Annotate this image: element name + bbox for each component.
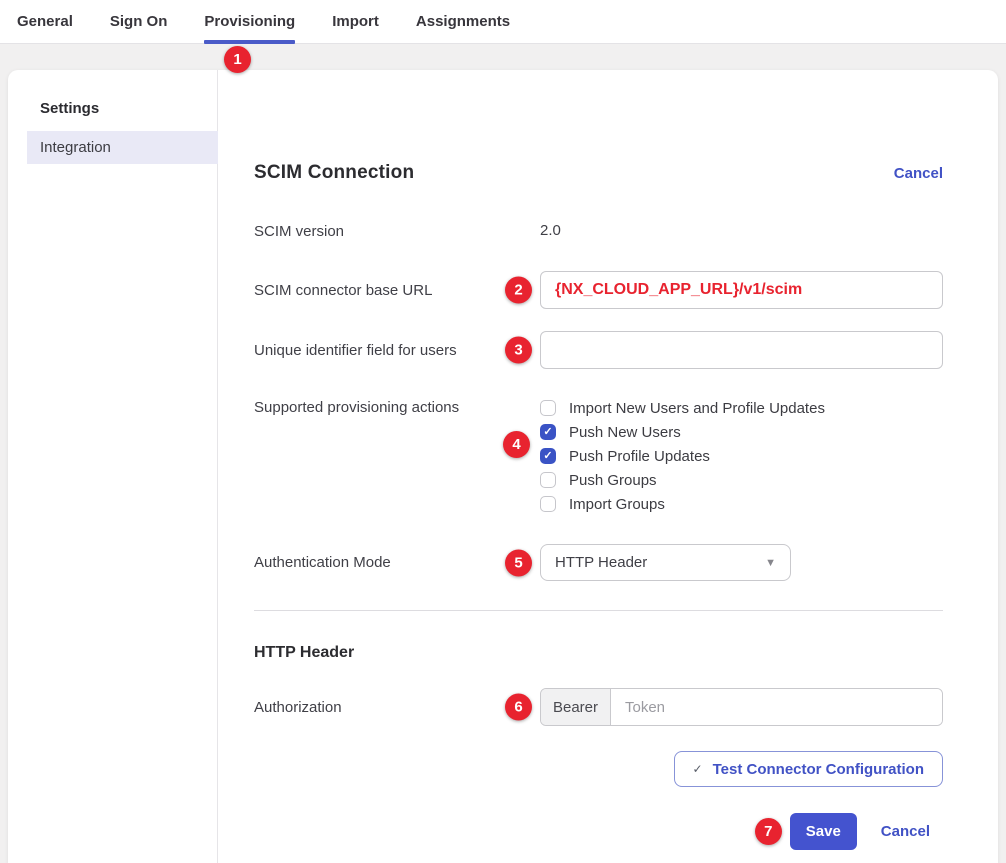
checkbox-push-groups[interactable]: ✓ [540,472,556,488]
step-badge-6: 6 [505,694,532,721]
cancel-button-bottom[interactable]: Cancel [881,823,930,840]
step-badge-1: 1 [224,46,251,73]
action-row-push-groups: ✓ Push Groups [540,468,943,492]
test-connector-button[interactable]: ✓ Test Connector Configuration [674,751,943,787]
auth-mode-select[interactable]: HTTP Header ▼ [540,544,791,581]
base-url-label: SCIM connector base URL [254,282,540,299]
authorization-row: Authorization 6 Bearer [254,688,943,726]
bearer-prefix: Bearer [541,689,611,725]
tab-provisioning[interactable]: Provisioning [204,0,295,44]
chevron-down-icon: ▼ [765,557,776,569]
cancel-link-top[interactable]: Cancel [894,165,943,182]
checkbox-import-groups[interactable]: ✓ [540,496,556,512]
step-badge-7: 7 [755,818,782,845]
step-badge-4: 4 [503,431,530,458]
sidebar-heading: Settings [40,100,217,117]
tab-sign-on[interactable]: Sign On [110,0,168,44]
checkbox-label: Push New Users [569,424,681,441]
token-input[interactable] [611,689,942,725]
scim-connection-panel: SCIM Connection Cancel SCIM version 2.0 … [218,70,998,863]
step-badge-3: 3 [505,337,532,364]
step-badge-5: 5 [505,549,532,576]
test-connector-row: ✓ Test Connector Configuration [254,751,943,787]
authorization-input-group: Bearer [540,688,943,726]
checkbox-label: Push Profile Updates [569,448,710,465]
checkbox-label: Import New Users and Profile Updates [569,400,825,417]
tab-import[interactable]: Import [332,0,379,44]
auth-mode-row: Authentication Mode 5 HTTP Header ▼ [254,544,943,581]
checkbox-import-users[interactable]: ✓ [540,400,556,416]
unique-id-input[interactable] [540,331,943,369]
check-icon: ✓ [543,427,552,438]
checkbox-push-profile-updates[interactable]: ✓ [540,448,556,464]
base-url-row: SCIM connector base URL 2 [254,271,943,309]
http-header-heading: HTTP Header [254,644,943,662]
action-row-push-profile-updates: ✓ Push Profile Updates [540,444,943,468]
checkbox-label: Import Groups [569,496,665,513]
unique-id-row: Unique identifier field for users 3 [254,331,943,369]
save-button[interactable]: Save [790,813,857,850]
test-connector-label: Test Connector Configuration [713,761,924,778]
authorization-label: Authorization [254,699,540,716]
panel-header: SCIM Connection Cancel [254,162,943,184]
provisioning-actions-label: Supported provisioning actions [254,396,540,416]
checkbox-label: Push Groups [569,472,657,489]
action-row-import-groups: ✓ Import Groups [540,492,943,516]
action-row-push-new-users: ✓ Push New Users [540,420,943,444]
provisioning-actions-row: Supported provisioning actions 4 ✓ Impor… [254,396,943,516]
checkbox-push-new-users[interactable]: ✓ [540,424,556,440]
section-divider [254,610,943,611]
auth-mode-label: Authentication Mode [254,554,540,571]
settings-sidebar: Settings Integration [8,70,218,863]
page-title: SCIM Connection [254,162,414,184]
unique-id-label: Unique identifier field for users [254,342,540,359]
save-row: 7 Save Cancel [254,813,943,850]
sidebar-item-integration[interactable]: Integration [27,131,218,164]
base-url-input[interactable] [540,271,943,309]
check-icon: ✓ [693,762,703,776]
tab-general[interactable]: General [17,0,73,44]
scim-version-label: SCIM version [254,223,540,240]
tab-assignments[interactable]: Assignments [416,0,510,44]
action-row-import-users: ✓ Import New Users and Profile Updates [540,396,943,420]
step-badge-2: 2 [505,277,532,304]
scim-version-row: SCIM version 2.0 [254,222,943,240]
scim-version-value: 2.0 [540,222,561,239]
provisioning-card: Settings Integration SCIM Connection Can… [8,70,998,863]
auth-mode-selected-value: HTTP Header [555,554,647,571]
app-tabbar: General Sign On Provisioning Import Assi… [0,0,1006,44]
check-icon: ✓ [543,451,552,462]
